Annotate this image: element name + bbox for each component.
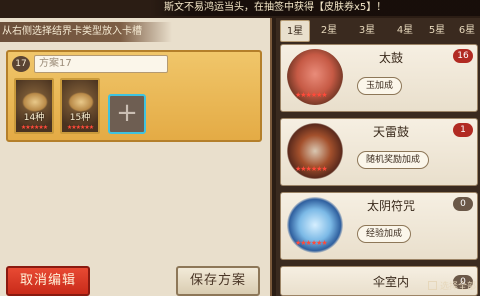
card-art-icon — [22, 92, 48, 112]
card-type-name: 伞室内 — [372, 275, 409, 289]
card-stars: ★★★★★★ — [295, 239, 328, 247]
card-type-item[interactable]: 天雷鼓 1 随机奖励加成 ★★★★★★ — [280, 118, 478, 186]
card-type-item[interactable]: 太鼓 16 玉加成 ★★★★★★ — [280, 44, 478, 112]
checkbox-icon — [427, 281, 437, 290]
bonus-tag: 随机奖励加成 — [357, 151, 430, 169]
card-type-name: 太阴符咒 — [366, 199, 415, 213]
announcement-banner: 斯文不易鸿运当头，在抽签中获得【皮肤券x5】！ — [150, 0, 480, 16]
select-all-label: 选择全部 — [439, 282, 476, 292]
card-type-item[interactable]: 太阴符咒 0 经验加成 ★★★★★★ — [280, 192, 478, 260]
card-slot-panel: 从右侧选择结界卡类型放入卡槽 17 方案17 14种 ★★★★★★ 15种 ★★… — [0, 18, 272, 296]
plan-name-input[interactable]: 方案17 — [34, 55, 168, 73]
card-type-name: 天雷鼓 — [372, 125, 409, 139]
card-count-badge: 0 — [453, 197, 473, 211]
card-stars: ★★★★★★ — [66, 124, 94, 131]
tab-5-star[interactable]: 5星 — [422, 20, 452, 42]
save-plan-button[interactable]: 保存方案 — [176, 266, 260, 296]
plan-number-badge: 17 — [12, 56, 30, 72]
tab-4-star[interactable]: 4星 — [390, 20, 420, 42]
card-slot-2[interactable]: 15种 ★★★★★★ — [60, 78, 100, 134]
bonus-tag: 经验加成 — [357, 225, 412, 243]
select-all-toggle[interactable]: 选择全部 — [427, 280, 476, 294]
star-tabs: 1星 2星 3星 4星 5星 6星 — [276, 20, 480, 42]
add-card-slot-button[interactable]: + — [108, 94, 146, 134]
instruction-text: 从右侧选择结界卡类型放入卡槽 — [0, 22, 172, 42]
card-stars: ★★★★★★ — [295, 165, 328, 173]
cancel-edit-button[interactable]: 取消编辑 — [6, 266, 90, 296]
tab-2-star[interactable]: 2星 — [314, 20, 344, 42]
card-art-icon — [68, 92, 94, 112]
card-count-badge: 1 — [453, 123, 473, 137]
card-count-badge: 16 — [453, 49, 473, 63]
bonus-tag: 玉加成 — [357, 77, 403, 95]
card-type-list-panel: 1星 2星 3星 4星 5星 6星 太鼓 16 玉加成 ★★★★★★ 天雷鼓 1… — [276, 18, 480, 296]
tab-6-star[interactable]: 6星 — [452, 20, 480, 42]
tab-1-star[interactable]: 1星 — [280, 20, 310, 42]
card-level: 15种 — [69, 113, 91, 123]
card-stars: ★★★★★★ — [295, 91, 328, 99]
card-level: 14种 — [23, 113, 45, 123]
plan-card[interactable]: 17 方案17 14种 ★★★★★★ 15种 ★★★★★★ + — [6, 50, 262, 142]
card-stars: ★★★★★★ — [20, 124, 48, 131]
card-slot-1[interactable]: 14种 ★★★★★★ — [14, 78, 54, 134]
card-type-name: 太鼓 — [378, 51, 403, 65]
tab-3-star[interactable]: 3星 — [352, 20, 382, 42]
